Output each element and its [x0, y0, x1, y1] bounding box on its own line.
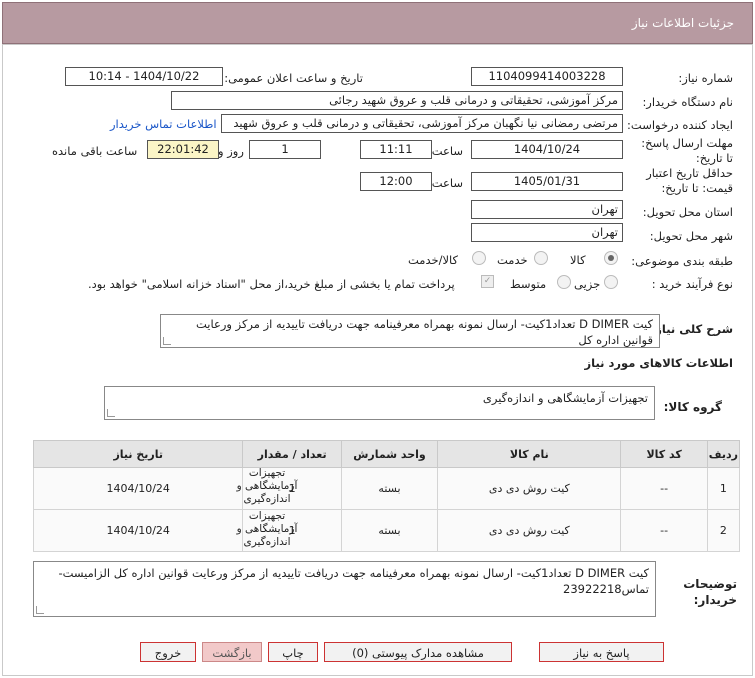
attachments-button[interactable]: مشاهده مدارک پیوستی (0) — [324, 642, 512, 662]
need-details-page: جزئیات اطلاعات نیاز شماره نیاز: 11040994… — [0, 0, 755, 678]
col-header-code: کد کالا — [620, 440, 708, 468]
remaining-time-field: 22:01:42 — [147, 140, 219, 159]
cell-name: کیت روش دی دی — [437, 467, 622, 510]
col-header-date: تاریخ نیاز — [32, 440, 244, 468]
purchase-type-label: نوع فرآیند خرید : — [651, 277, 733, 291]
resize-grip-icon[interactable] — [163, 337, 171, 345]
goods-group-label: گروه کالا: — [663, 400, 722, 414]
category-goods-label: کالا — [570, 253, 586, 267]
days-field: 1 — [249, 140, 321, 159]
resize-grip-icon[interactable] — [107, 409, 115, 417]
remaining-label: ساعت باقی مانده — [52, 144, 138, 158]
category-goods-service-radio[interactable] — [472, 251, 486, 265]
deadline-label: مهلت ارسال پاسخ: تا تاریخ: — [641, 136, 733, 165]
category-label: طبقه بندی موضوعی: — [631, 254, 733, 268]
col-header-qty: تعداد / مقدار — [242, 440, 342, 468]
exit-button[interactable]: خروج — [140, 642, 196, 662]
summary-text: کیت D DIMER تعداد1کیت- ارسال نمونه بهمرا… — [195, 317, 653, 347]
purchase-minor-radio[interactable] — [604, 275, 618, 289]
days-label: روز و — [218, 144, 244, 158]
province-field: تهران — [471, 200, 623, 219]
buyer-contact-link[interactable]: اطلاعات تماس خریدار — [110, 117, 217, 131]
treasury-note: پرداخت تمام یا بخشی از مبلغ خرید،از محل … — [88, 277, 455, 291]
buyer-notes-label: توضیحات خریدار: — [683, 577, 737, 607]
cell-code: -- — [620, 467, 708, 510]
announce-field: 1404/10/22 - 10:14 — [65, 67, 223, 86]
goods-table: ردیف کد کالا نام کالا واحد شمارش تعداد /… — [32, 440, 741, 552]
validity-date-field: 1405/01/31 — [471, 172, 623, 191]
need-number-label: شماره نیاز: — [678, 71, 733, 85]
need-number-field: 1104099414003228 — [471, 67, 623, 86]
goods-section-title: اطلاعات کالاهای مورد نیاز — [584, 356, 733, 370]
purchase-minor-label: جزیی — [574, 277, 601, 291]
title-bar: جزئیات اطلاعات نیاز — [2, 2, 753, 44]
cell-unit: بسته — [340, 467, 439, 510]
buyer-notes-text: کیت D DIMER تعداد1کیت- ارسال نمونه بهمرا… — [58, 566, 649, 596]
page-title: جزئیات اطلاعات نیاز — [631, 16, 734, 30]
goods-group-field: تجهیزات آزمایشگاهی و اندازه‌گیری — [104, 386, 655, 420]
cell-unit: بسته — [340, 509, 439, 552]
province-label: استان محل تحویل: — [642, 205, 733, 219]
cell-name: کیت روش دی دی — [437, 509, 622, 552]
cell-date: 1404/10/24 — [32, 509, 244, 552]
resize-grip-icon[interactable] — [36, 606, 44, 614]
cell-code: -- — [620, 509, 708, 552]
category-goods-service-label: کالا/خدمت — [408, 253, 459, 267]
col-header-index: ردیف — [706, 440, 741, 468]
city-field: تهران — [471, 223, 623, 242]
table-row[interactable]: 1 -- کیت روش دی دی بسته 1 1404/10/24 — [32, 467, 741, 510]
validity-time-label: ساعت — [431, 176, 463, 190]
row-group-text: تجهیزات آزمایشگاهی و اندازه‌گیری — [236, 467, 298, 505]
table-row[interactable]: 2 -- کیت روش دی دی بسته 1 1404/10/24 — [32, 509, 741, 552]
back-button[interactable]: بازگشت — [202, 642, 262, 662]
requester-field: مرتضی رمضانی نیا نگهبان مرکز آموزشی، تحق… — [221, 114, 623, 133]
deadline-time-field: 11:11 — [360, 140, 432, 159]
announce-label: تاریخ و ساعت اعلان عمومی: — [224, 71, 363, 85]
print-button[interactable]: چاپ — [268, 642, 318, 662]
category-service-label: خدمت — [497, 253, 528, 267]
category-service-radio[interactable] — [534, 251, 548, 265]
summary-textarea: کیت D DIMER تعداد1کیت- ارسال نمونه بهمرا… — [160, 314, 660, 348]
buyer-label: نام دستگاه خریدار: — [642, 95, 733, 109]
purchase-medium-label: متوسط — [510, 277, 547, 291]
category-goods-radio[interactable] — [604, 251, 618, 265]
cell-index: 1 — [706, 467, 741, 510]
col-header-name: نام کالا — [437, 440, 622, 468]
goods-group-text: تجهیزات آزمایشگاهی و اندازه‌گیری — [482, 391, 648, 405]
buyer-field: مرکز آموزشی، تحقیقاتی و درمانی قلب و عرو… — [171, 91, 623, 110]
validity-label: حداقل تاریخ اعتبار قیمت: تا تاریخ: — [646, 166, 733, 195]
col-header-unit: واحد شمارش — [340, 440, 439, 468]
purchase-medium-radio[interactable] — [557, 275, 571, 289]
validity-time-field: 12:00 — [360, 172, 432, 191]
cell-date: 1404/10/24 — [32, 467, 244, 510]
treasury-checkbox[interactable]: ✓ — [481, 275, 494, 288]
deadline-time-label: ساعت — [431, 144, 463, 158]
cell-index: 2 — [706, 509, 741, 552]
summary-label: شرح کلی نیاز: — [650, 322, 733, 336]
buyer-notes-textarea: کیت D DIMER تعداد1کیت- ارسال نمونه بهمرا… — [33, 561, 656, 617]
deadline-date-field: 1404/10/24 — [471, 140, 623, 159]
city-label: شهر محل تحویل: — [649, 229, 733, 243]
requester-label: ایجاد کننده درخواست: — [627, 118, 733, 132]
row-group-text: تجهیزات آزمایشگاهی و اندازه‌گیری — [236, 510, 298, 548]
reply-button[interactable]: پاسخ به نیاز — [539, 642, 664, 662]
table-header-row: ردیف کد کالا نام کالا واحد شمارش تعداد /… — [32, 440, 741, 468]
